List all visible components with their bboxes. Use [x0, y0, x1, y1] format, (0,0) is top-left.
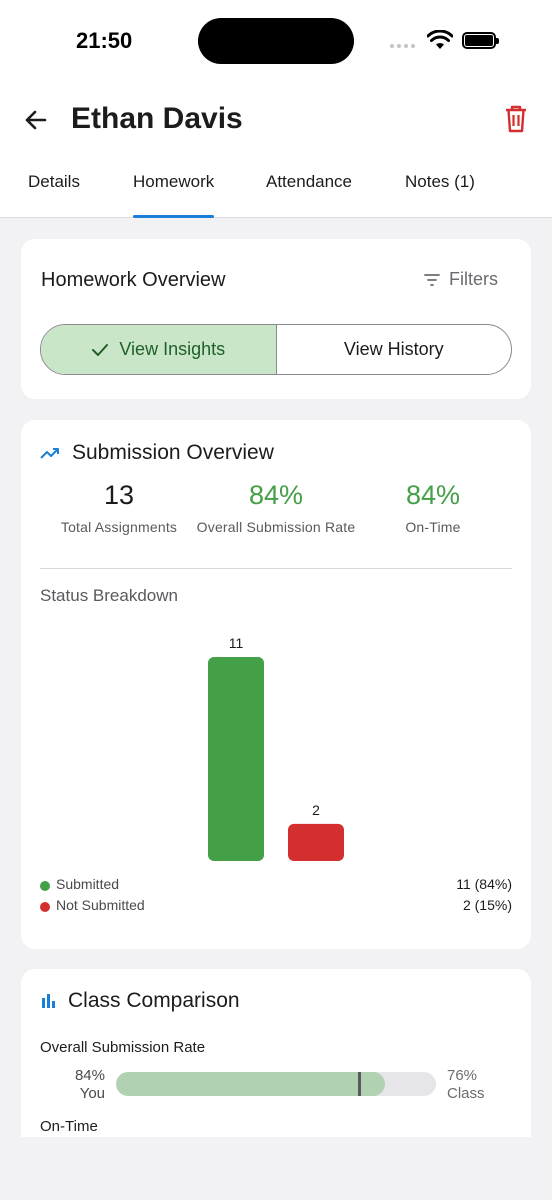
- bar-value-label: 11: [229, 635, 244, 651]
- cellular-signal-icon: [390, 44, 415, 48]
- filters-button[interactable]: Filters: [423, 269, 498, 290]
- view-history-button[interactable]: View History: [277, 325, 512, 374]
- bar-not-submitted: [288, 823, 344, 861]
- tab-homework[interactable]: Homework: [133, 172, 215, 218]
- comparison-you: 84% You: [61, 1067, 105, 1103]
- bar-chart-icon: [42, 994, 55, 1008]
- tab-bar: Details Homework Attendance Notes (1): [0, 172, 552, 218]
- tab-label: Homework: [133, 172, 215, 191]
- class-comparison-card: Class Comparison Overall Submission Rate…: [21, 969, 531, 1137]
- legend-item-not-submitted: Not Submitted 2 (15%): [40, 897, 512, 918]
- stat-label: Overall Submission Rate: [196, 519, 356, 535]
- stat-label: Total Assignments: [60, 519, 178, 535]
- back-button[interactable]: [20, 104, 52, 136]
- section-header: Submission Overview: [40, 441, 274, 465]
- status-bar-chart: 11 2: [208, 635, 344, 861]
- you-label: You: [79, 1085, 105, 1102]
- legend-value: 11 (84%): [456, 876, 512, 892]
- app-header: Ethan Davis Details Homework Attendance …: [0, 82, 552, 218]
- stat-value: 84%: [405, 480, 461, 510]
- tab-label: Attendance: [266, 172, 353, 191]
- section-header: Class Comparison: [40, 989, 240, 1013]
- homework-overview-card: Homework Overview Filters View Insights …: [21, 239, 531, 399]
- filters-label: Filters: [449, 269, 498, 289]
- trending-up-icon: [40, 448, 59, 459]
- wifi-icon: [427, 30, 453, 49]
- legend-dot: [40, 881, 50, 891]
- stat-overall-rate: 84% Overall Submission Rate: [196, 480, 356, 537]
- tab-label: Details: [28, 172, 80, 191]
- class-value: 76%: [447, 1067, 478, 1084]
- dynamic-island: [198, 18, 354, 64]
- tab-label: Notes (1): [405, 172, 475, 191]
- section-title: Class Comparison: [68, 989, 240, 1012]
- legend-dot: [40, 902, 50, 912]
- segment-label: View Insights: [119, 339, 226, 359]
- status-breakdown-title: Status Breakdown: [40, 586, 178, 605]
- stat-label: On-Time: [405, 519, 461, 535]
- bar-submitted: [208, 657, 264, 861]
- battery-icon: [462, 32, 499, 49]
- view-toggle: View Insights View History: [40, 324, 512, 375]
- view-insights-button[interactable]: View Insights: [41, 325, 277, 374]
- arrow-left-icon: [25, 110, 47, 130]
- submission-overview-card: Submission Overview 13 Total Assignments…: [21, 420, 531, 949]
- comparison-next-metric-label: On-Time: [40, 1118, 98, 1135]
- tab-details[interactable]: Details: [28, 172, 80, 218]
- trash-icon: [506, 105, 526, 133]
- chart-legend: Submitted 11 (84%) Not Submitted 2 (15%): [40, 876, 512, 918]
- delete-button[interactable]: [502, 104, 530, 134]
- comparison-bar-fill: [116, 1072, 385, 1096]
- you-value: 84%: [74, 1067, 105, 1084]
- stat-value: 84%: [248, 480, 304, 510]
- legend-value: 2 (15%): [462, 897, 512, 913]
- check-icon: [92, 343, 109, 356]
- stat-on-time: 84% On-Time: [353, 480, 513, 537]
- section-title: Submission Overview: [72, 441, 274, 464]
- card-title: Homework Overview: [41, 269, 226, 291]
- comparison-bar: [116, 1072, 436, 1096]
- class-average-marker: [358, 1072, 362, 1096]
- tab-attendance[interactable]: Attendance: [266, 172, 352, 218]
- stat-total-assignments: 13 Total Assignments: [39, 480, 199, 537]
- legend-item-submitted: Submitted 11 (84%): [40, 876, 512, 897]
- status-time: 21:50: [76, 28, 133, 53]
- stat-value: 13: [103, 480, 135, 510]
- status-bar: 21:50: [0, 0, 552, 82]
- filter-icon: [424, 273, 440, 286]
- tab-notes[interactable]: Notes (1): [405, 172, 475, 218]
- comparison-metric-label: Overall Submission Rate: [40, 1039, 206, 1056]
- legend-label: Not Submitted: [56, 897, 145, 913]
- legend-label: Submitted: [56, 876, 120, 892]
- class-label: Class: [447, 1085, 485, 1102]
- comparison-class: 76% Class: [447, 1067, 485, 1103]
- stats-row: 13 Total Assignments 84% Overall Submiss…: [21, 480, 531, 560]
- bar-value-label: 2: [312, 802, 320, 818]
- page-title: Ethan Davis: [71, 102, 243, 135]
- segment-label: View History: [343, 339, 444, 359]
- divider: [40, 568, 512, 569]
